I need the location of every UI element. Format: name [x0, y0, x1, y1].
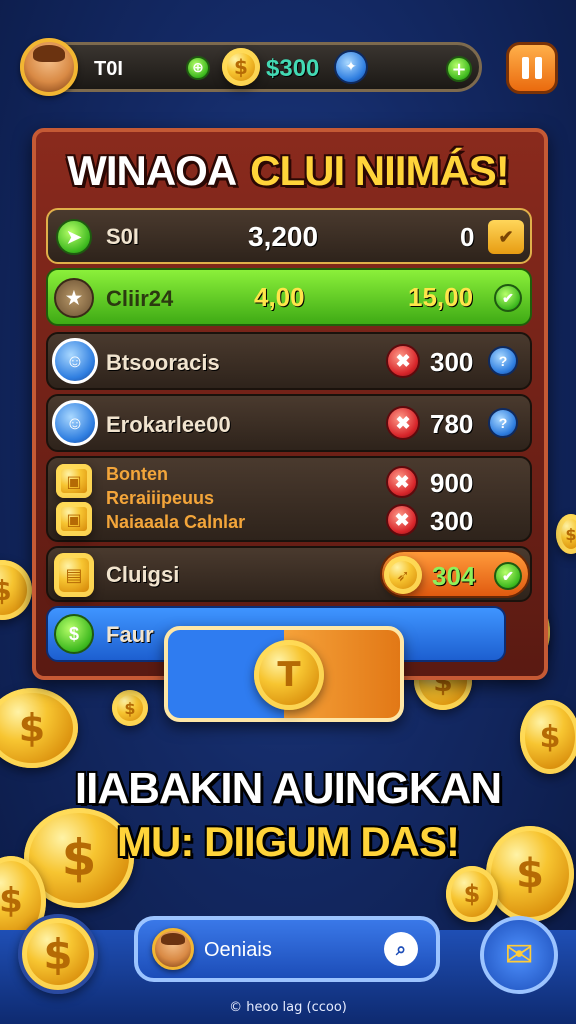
red-x-icon[interactable]: ✖	[386, 344, 420, 378]
green-check-icon[interactable]: ✔	[494, 562, 522, 590]
reward-pill[interactable]: ➶ 304 ✔	[380, 550, 530, 598]
character-portrait-icon: ☺	[52, 338, 98, 384]
row-label: Erokarlee00	[106, 412, 231, 437]
green-dollar-icon: $	[54, 614, 94, 654]
list-item-chest[interactable]: ▤ Cluigsi ➶ 304 ✔	[46, 546, 532, 602]
star-badge-icon: ★	[54, 278, 94, 318]
coin-decoration: $	[0, 560, 32, 620]
panel-title: WINAOA CLUI NIIMÁS!	[44, 136, 532, 206]
footer-text: © heoo lag (ccoo)	[229, 1000, 347, 1015]
treasure-icon: ▣	[56, 502, 92, 536]
promo-line-2: MU: DIIGUM DAS!	[117, 818, 460, 865]
plus-icon[interactable]: +	[446, 56, 472, 82]
red-x-icon[interactable]: ✖	[386, 406, 420, 440]
row-label: S0I	[106, 224, 140, 249]
row-label-line: Naiaaala Calnlar	[106, 512, 246, 532]
red-x-icon[interactable]: ✖	[386, 466, 418, 498]
character-portrait-icon: ☺	[52, 400, 98, 446]
coin-decoration: $	[0, 688, 78, 768]
list-item-player[interactable]: ☺ Btsooracis ✖ 300 ?	[46, 332, 532, 390]
collect-button[interactable]: T	[164, 626, 404, 722]
blue-info-icon[interactable]: ?	[488, 408, 518, 438]
pause-icon	[522, 57, 529, 79]
row-value: 4,00	[254, 282, 305, 312]
row-value: 300	[430, 506, 474, 536]
blue-info-icon[interactable]: ?	[488, 346, 518, 376]
player-label: T0I	[94, 58, 123, 80]
coin-letter: T	[277, 655, 301, 695]
arrow-coin-icon: ➶	[384, 556, 422, 594]
envelope-button[interactable]: ✉	[480, 916, 558, 994]
row-value: 900	[430, 468, 474, 498]
row-value-secondary: 0	[460, 222, 475, 252]
search-label: Oeniais	[204, 939, 272, 961]
dollar-coin-icon[interactable]: $	[18, 914, 98, 994]
row-value: 780	[430, 409, 474, 439]
row-value: 3,200	[248, 221, 319, 252]
gold-check-icon[interactable]: ✔	[488, 220, 524, 254]
list-item-summary[interactable]: ➤ S0I 3,200 0 ✔	[46, 208, 532, 264]
row-label: Faur	[106, 622, 154, 647]
coin-decoration: $	[556, 514, 576, 554]
title-part-1: WINAOA	[67, 147, 237, 194]
promo-line-1: IIABAKIN AUINGKAN	[74, 764, 502, 813]
treasure-icon: ▣	[56, 464, 92, 498]
gold-coin-button-icon: T	[254, 640, 324, 710]
row-label-line: Bonten	[106, 464, 168, 484]
player-avatar[interactable]	[20, 38, 78, 96]
row-value: 300	[430, 347, 474, 377]
treasure-chest-icon: ▤	[54, 553, 94, 597]
row-label: Cluigsi	[106, 562, 180, 587]
player-avatar-small	[152, 928, 194, 970]
green-check-icon[interactable]: ✔	[494, 284, 522, 312]
coin-decoration: $	[520, 700, 576, 774]
search-pill[interactable]: Oeniais ⌕	[134, 916, 440, 982]
pause-button[interactable]	[506, 42, 558, 94]
envelope-icon: ✉	[504, 935, 534, 975]
search-icon[interactable]: ⌕	[384, 932, 418, 966]
list-item-rewards[interactable]: ▣ ▣ Bonten Reraiiipeuus Naiaaala Calnlar…	[46, 456, 532, 542]
coin-decoration: $	[112, 690, 148, 726]
row-label: Cliir24	[106, 286, 174, 311]
row-value: 304	[432, 561, 476, 591]
row-value-secondary: 15,00	[408, 282, 474, 312]
dollar-coin-icon: $	[222, 48, 260, 86]
red-x-icon[interactable]: ✖	[386, 504, 418, 536]
list-item-highlight[interactable]: ★ Cliir24 4,00 15,00 ✔	[46, 268, 532, 326]
green-arrow-icon: ➤	[56, 219, 92, 255]
row-label: Btsooracis	[106, 350, 220, 375]
globe-icon[interactable]: ✦	[334, 50, 368, 84]
green-gem-icon[interactable]: ⊕	[186, 56, 210, 80]
currency-amount: $300	[266, 55, 320, 82]
title-part-2: CLUI NIIMÁS!	[250, 147, 510, 194]
row-label-line: Reraiiipeuus	[106, 488, 215, 508]
list-item-player[interactable]: ☺ Erokarlee00 ✖ 780 ?	[46, 394, 532, 452]
coin-decoration: $	[446, 866, 498, 922]
